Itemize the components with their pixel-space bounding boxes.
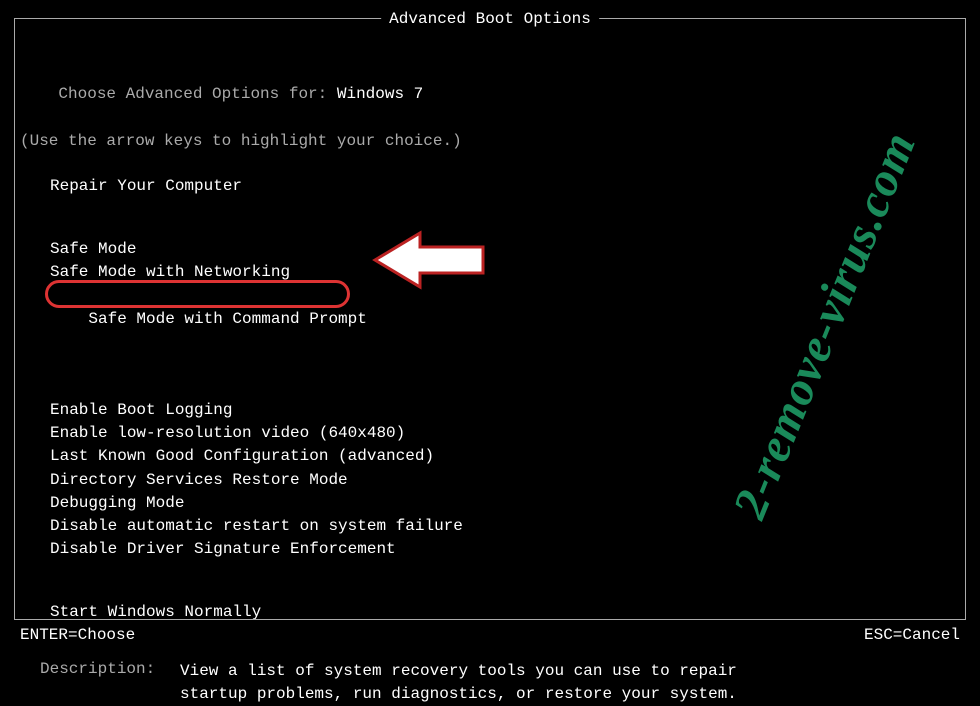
highlight-circle-icon <box>45 280 350 308</box>
footer-bar: ENTER=Choose ESC=Cancel <box>20 626 960 644</box>
description-label: Description: <box>40 660 180 706</box>
menu-safe-mode-command-prompt[interactable]: Safe Mode with Command Prompt <box>20 284 367 377</box>
menu-safe-mode-command-prompt-label: Safe Mode with Command Prompt <box>88 310 366 328</box>
description-text: View a list of system recovery tools you… <box>180 660 740 706</box>
footer-enter-hint: ENTER=Choose <box>20 626 135 644</box>
footer-esc-hint: ESC=Cancel <box>864 626 960 644</box>
page-title: Advanced Boot Options <box>381 10 599 28</box>
description-block: Description: View a list of system recov… <box>20 660 960 706</box>
